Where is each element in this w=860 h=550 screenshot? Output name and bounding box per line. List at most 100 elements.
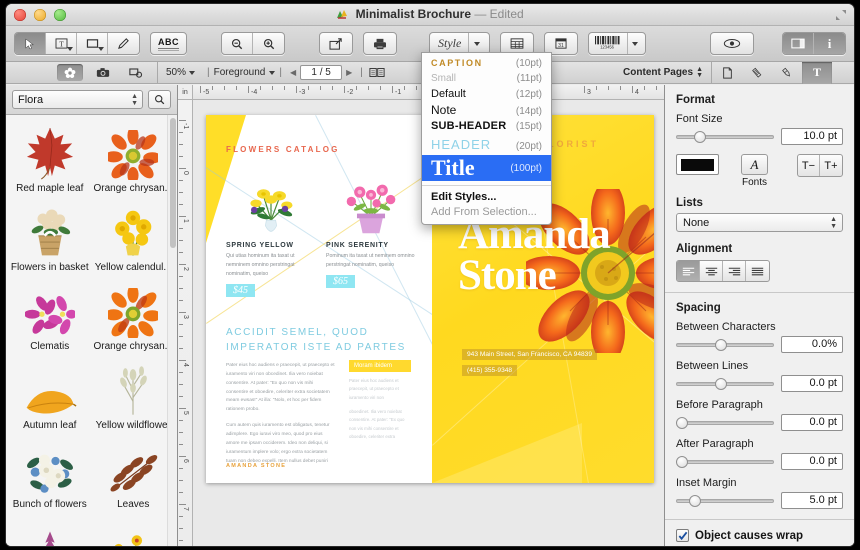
menu-item-small[interactable]: Small (11pt) xyxy=(422,72,551,87)
font-size-row: 10.0 pt xyxy=(676,128,843,145)
between-characters-field[interactable]: 0.0% xyxy=(781,336,843,353)
facing-pages-icon[interactable] xyxy=(367,64,387,81)
decrease-font-size-button[interactable]: T− xyxy=(798,155,820,176)
layer-selector-value[interactable]: Foreground xyxy=(214,67,266,78)
style-chevron-down-icon[interactable] xyxy=(474,41,481,46)
between-lines-field[interactable]: 0.0 pt xyxy=(781,375,843,392)
align-justify-icon[interactable] xyxy=(746,261,769,281)
zoom-out-icon[interactable] xyxy=(222,33,253,54)
sidebar-scrollbar[interactable] xyxy=(167,115,177,546)
pen-tool-icon[interactable] xyxy=(108,33,139,54)
between-lines-slider[interactable] xyxy=(676,377,774,390)
text-tool-chevron-icon[interactable] xyxy=(67,47,73,51)
list-item[interactable]: Leaves xyxy=(92,437,176,516)
tab-text[interactable]: T xyxy=(802,61,832,84)
after-paragraph-slider[interactable] xyxy=(676,455,774,468)
list-item[interactable]: Autumn leaf xyxy=(8,358,92,437)
menu-item-sub-header[interactable]: SUB-HEADER (15pt) xyxy=(422,119,551,136)
tab-document[interactable] xyxy=(712,62,742,84)
menu-item-title[interactable]: Title (100pt) xyxy=(422,155,551,181)
menu-item-default[interactable]: Default (12pt) xyxy=(422,87,551,102)
slider-knob[interactable] xyxy=(676,416,688,429)
zoom-in-icon[interactable] xyxy=(253,33,284,54)
product-card[interactable]: SPRING YELLOW Qui utias hominum ita taxa… xyxy=(226,175,316,297)
fonts-button[interactable]: A xyxy=(741,154,768,175)
slider-knob[interactable] xyxy=(688,494,701,507)
list-item[interactable]: Yellow wildflower xyxy=(92,358,176,437)
list-item[interactable]: Bunch of flowers xyxy=(8,437,92,516)
barcode-button[interactable]: 123456 xyxy=(588,32,647,55)
list-item[interactable]: Orange chrysan... xyxy=(92,121,176,200)
between-characters-slider[interactable] xyxy=(676,338,774,351)
shapes-tool-icon[interactable] xyxy=(123,64,149,81)
zoom-group xyxy=(221,32,285,55)
slider-knob[interactable] xyxy=(715,377,728,390)
vertical-ruler[interactable]: -1 0 1 2 3 4 5 6 7 8 xyxy=(178,100,193,546)
product-card[interactable]: PINK SERENITY Pominum ita taxat ut nemin… xyxy=(326,175,416,288)
font-size-slider[interactable] xyxy=(676,130,774,143)
inspector-panel-icon[interactable] xyxy=(783,33,814,54)
category-stepper-icon[interactable]: ▲ ▼ xyxy=(131,93,138,107)
object-wrap-checkbox[interactable] xyxy=(676,529,689,542)
list-item[interactable] xyxy=(92,516,176,546)
category-select[interactable]: Flora ▲ ▼ xyxy=(12,90,143,109)
menu-item-note[interactable]: Note (14pt) xyxy=(422,102,551,119)
before-paragraph-slider[interactable] xyxy=(676,416,774,429)
list-item[interactable]: Red maple leaf xyxy=(8,121,92,200)
print-button[interactable] xyxy=(363,32,397,55)
align-left-icon[interactable] xyxy=(677,261,700,281)
flower-tool-icon[interactable] xyxy=(57,64,83,81)
before-paragraph-field[interactable]: 0.0 pt xyxy=(781,414,843,431)
list-item[interactable]: Clematis xyxy=(8,279,92,358)
shape-tool-chevron-icon[interactable] xyxy=(98,47,104,51)
leaves-icon xyxy=(93,440,175,496)
search-icon[interactable] xyxy=(148,90,171,109)
barcode-chevron-down-icon[interactable] xyxy=(631,41,638,46)
info-icon[interactable]: i xyxy=(814,33,845,54)
spelling-button[interactable]: ABC xyxy=(150,32,187,55)
pages-menu-label[interactable]: Content Pages xyxy=(623,67,693,78)
lists-select[interactable]: None ▲ ▼ xyxy=(676,213,843,232)
slider-knob[interactable] xyxy=(676,455,688,468)
style-dropdown-menu[interactable]: CAPTION (10pt) Small (11pt) Default (12p… xyxy=(421,52,552,225)
inspector-toggle-group: i xyxy=(782,32,846,55)
zoom-level-chevron-down-icon[interactable] xyxy=(189,70,196,75)
list-item[interactable]: Flowers in basket xyxy=(8,200,92,279)
select-arrow-icon[interactable] xyxy=(15,33,46,54)
camera-tool-icon[interactable] xyxy=(90,64,116,81)
pages-menu-stepper-icon[interactable]: ▲ ▼ xyxy=(696,66,703,79)
object-wrap-row[interactable]: Object causes wrap xyxy=(676,529,843,542)
media-browser[interactable]: Red maple leaf Orange chrysan... Flowers… xyxy=(6,115,177,546)
menu-item-add-from-selection[interactable]: Add From Selection... xyxy=(422,205,551,220)
fullscreen-icon[interactable] xyxy=(835,9,847,21)
slider-knob[interactable] xyxy=(693,130,706,143)
prev-page-button[interactable]: ◀ xyxy=(286,68,300,77)
tab-layout[interactable] xyxy=(742,62,772,84)
menu-item-edit-styles[interactable]: Edit Styles... xyxy=(422,190,551,205)
inset-margin-field[interactable]: 5.0 pt xyxy=(781,492,843,509)
list-item[interactable]: Yellow calendul... xyxy=(92,200,176,279)
align-right-icon[interactable] xyxy=(723,261,746,281)
list-item[interactable] xyxy=(8,516,92,546)
menu-item-caption[interactable]: CAPTION (10pt) xyxy=(422,57,551,72)
zoom-level-value[interactable]: 50% xyxy=(166,67,186,78)
shape-tool-icon[interactable] xyxy=(77,33,108,54)
increase-font-size-button[interactable]: T+ xyxy=(820,155,842,176)
text-color-swatch[interactable] xyxy=(676,154,719,175)
font-size-field[interactable]: 10.0 pt xyxy=(781,128,843,145)
inset-margin-slider[interactable] xyxy=(676,494,774,507)
next-page-button[interactable]: ▶ xyxy=(342,68,356,77)
page-indicator[interactable]: 1 / 5 xyxy=(300,65,343,80)
text-tool-icon[interactable]: T xyxy=(46,33,77,54)
tab-style[interactable] xyxy=(772,62,802,84)
signature-label: AMANDA STONE xyxy=(226,463,287,469)
menu-item-header[interactable]: HEADER (20pt) xyxy=(422,136,551,155)
after-paragraph-field[interactable]: 0.0 pt xyxy=(781,453,843,470)
share-button[interactable] xyxy=(319,32,353,55)
slider-knob[interactable] xyxy=(715,338,728,351)
lists-stepper-icon[interactable]: ▲ ▼ xyxy=(830,216,837,230)
preview-button[interactable] xyxy=(710,32,754,55)
cover-name[interactable]: Amanda Stone xyxy=(458,213,611,297)
list-item[interactable]: Orange chrysan... xyxy=(92,279,176,358)
align-center-icon[interactable] xyxy=(700,261,723,281)
